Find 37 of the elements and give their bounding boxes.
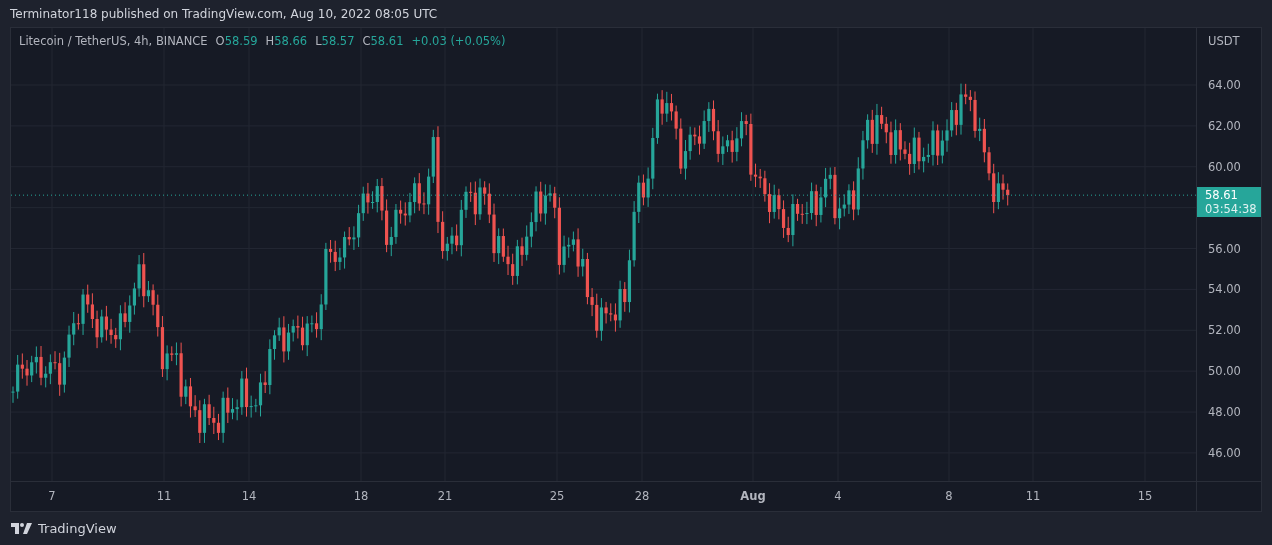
date-tick: 7 [48,489,56,503]
symbol-title: Litecoin / TetherUS, 4h, BINANCE [19,34,208,48]
brand-name: TradingView [38,521,117,536]
date-tick: 14 [241,489,257,503]
ohlc-key: L [315,34,322,48]
ohlc-key: H [265,34,275,48]
price-tick: 62.00 [1208,118,1241,133]
ohlc-value: 58.59 [224,34,258,48]
price-tick: 46.00 [1208,445,1241,460]
ohlc-key: C [362,34,371,48]
price-tick: 60.00 [1208,159,1241,174]
price-change: +0.03 (+0.05%) [411,34,506,48]
date-tick: 8 [945,489,953,503]
date-tick: 11 [156,489,172,503]
ohlc-key: O [215,34,225,48]
date-tick: 4 [834,489,842,503]
ohlc-value: 58.57 [321,34,355,48]
price-tick: 64.00 [1208,78,1241,92]
date-tick: Aug [740,489,766,503]
date-tick: 25 [549,489,565,503]
date-tick: 18 [353,489,369,503]
last-price: 58.61 [1205,188,1239,202]
date-tick: 21 [437,489,453,503]
date-tick: 11 [1025,489,1041,503]
date-tick: 28 [634,489,650,503]
tradingview-logo-icon [11,523,33,534]
publish-info: Terminator118 published on TradingView.com, Aug 10, 2022 08:05 UTC [9,5,439,23]
price-tick: 50.00 [1208,364,1241,379]
price-tick: 54.00 [1208,282,1241,297]
bar-countdown: 03:54:38 [1205,202,1258,216]
price-tick: 48.00 [1208,405,1241,420]
ohlc-value: 58.66 [274,34,308,48]
price-tick: 56.00 [1208,241,1241,256]
date-tick: 15 [1137,489,1153,503]
currency-label: USDT [1208,34,1240,48]
price-tick: 52.00 [1208,323,1241,338]
ohlc-value: 58.61 [370,34,404,48]
